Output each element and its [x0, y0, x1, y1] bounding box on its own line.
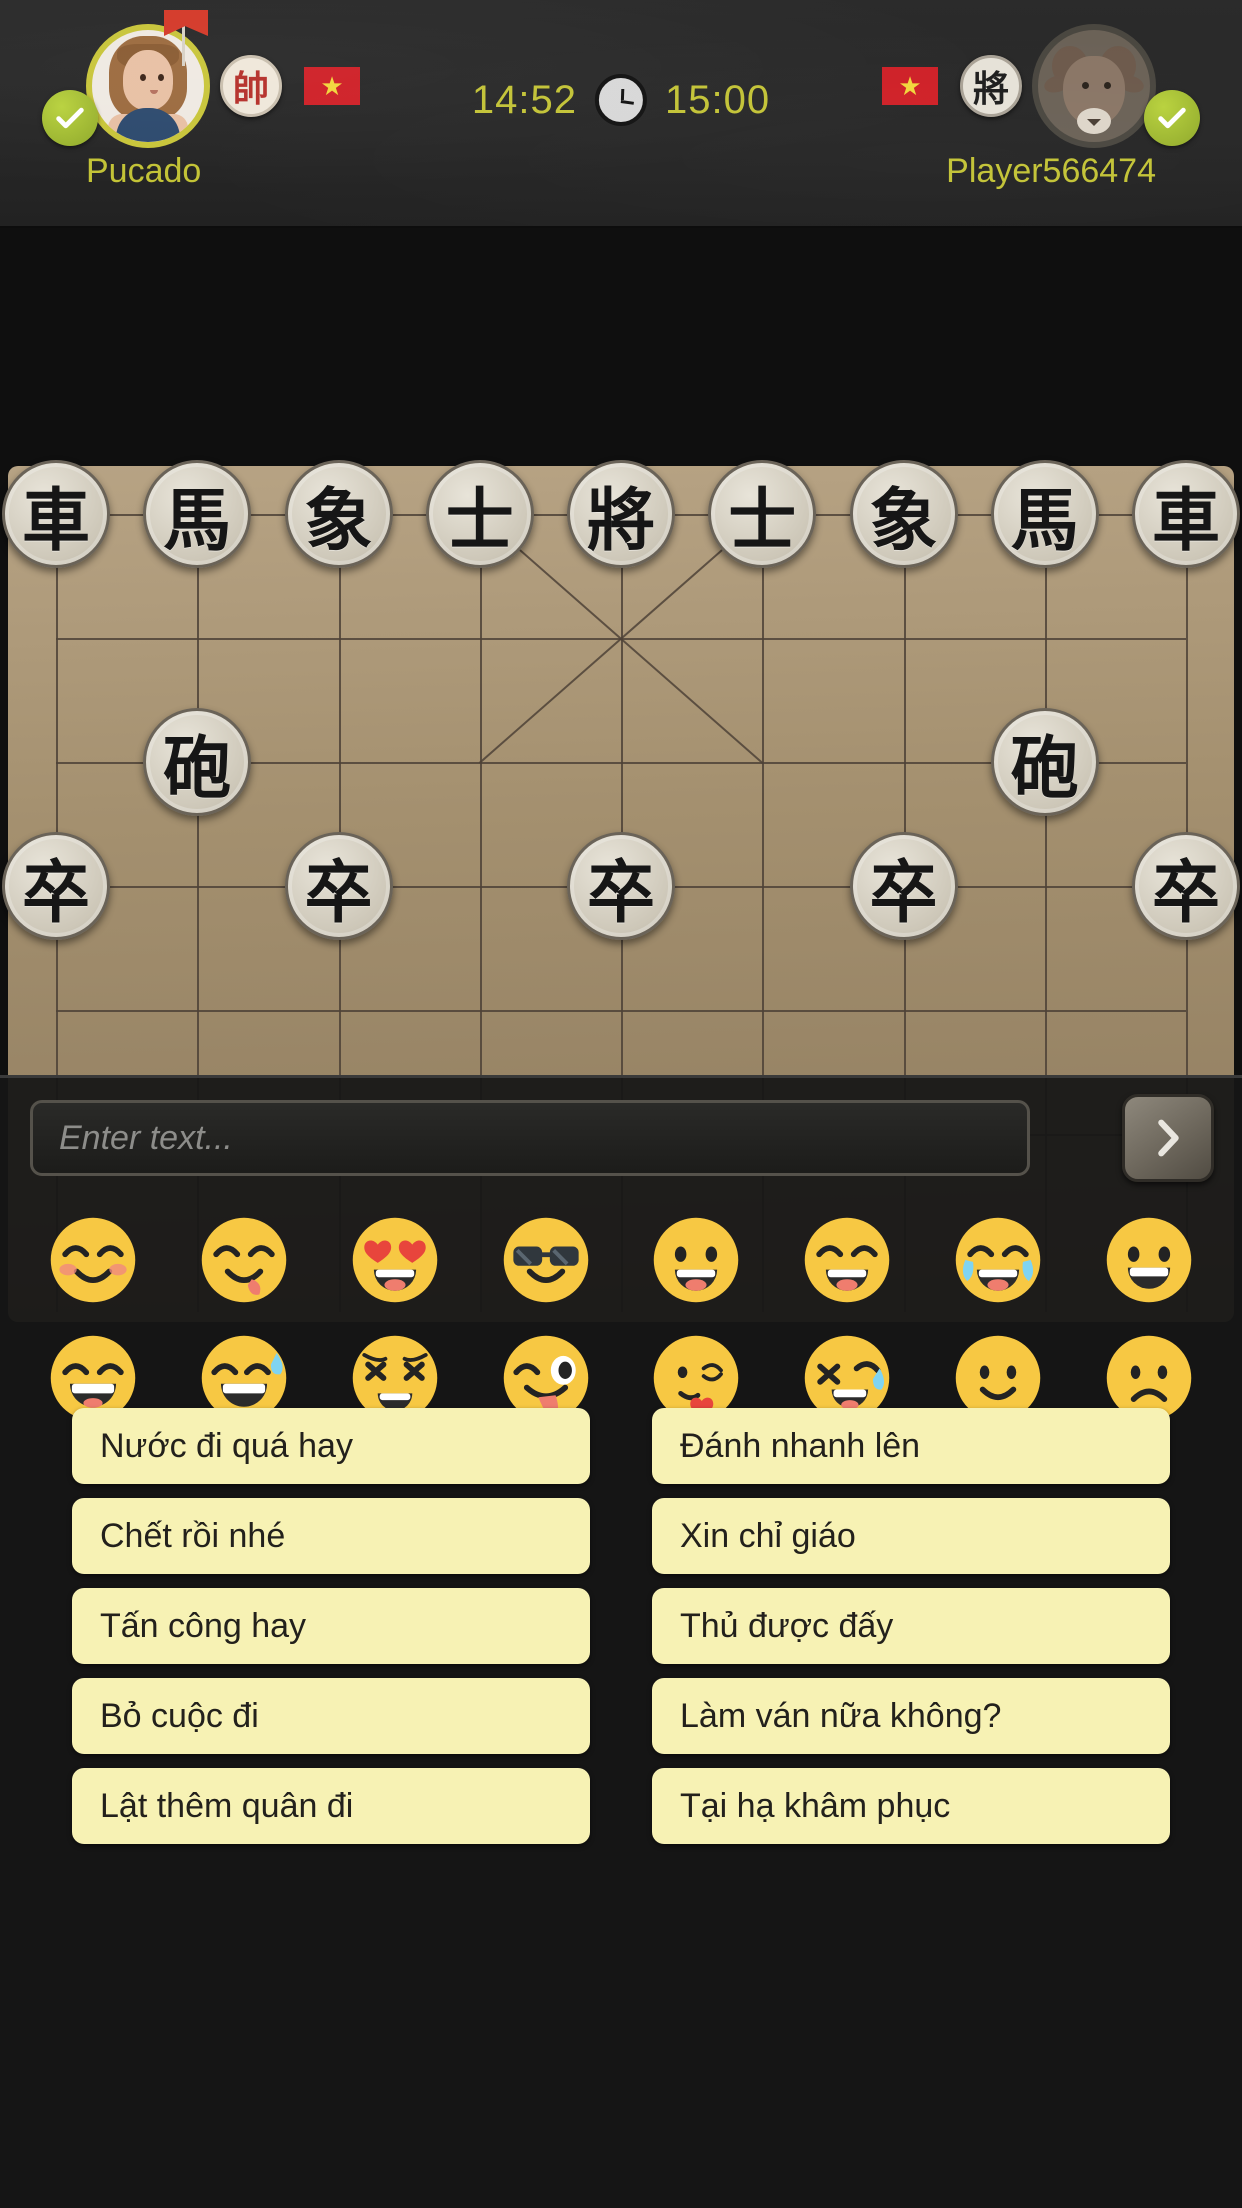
- smiling-face-with-blush-emoji[interactable]: [45, 1212, 141, 1308]
- send-button[interactable]: [1122, 1094, 1214, 1182]
- player-left-avatar-wrap[interactable]: [42, 10, 210, 148]
- quick-message-button[interactable]: Làm ván nữa không?: [652, 1678, 1170, 1754]
- quick-message-button[interactable]: Bỏ cuộc đi: [72, 1678, 590, 1754]
- board-piece-advisor[interactable]: 士: [425, 460, 534, 568]
- board-piece-horse[interactable]: 馬: [990, 460, 1099, 568]
- quick-message-button[interactable]: Tại hạ khâm phục: [652, 1768, 1170, 1844]
- player-right-name: Player566474: [946, 152, 1156, 190]
- smiling-face-with-heart-eyes-emoji[interactable]: [347, 1212, 443, 1308]
- ram-avatar[interactable]: [1032, 24, 1156, 148]
- board-piece-chariot[interactable]: 車: [2, 460, 110, 568]
- board-piece-soldier[interactable]: 卒: [284, 832, 393, 940]
- face-savoring-food-emoji[interactable]: [196, 1212, 292, 1308]
- quick-message-button[interactable]: Xin chỉ giáo: [652, 1498, 1170, 1574]
- chevron-right-icon: [1158, 1119, 1179, 1157]
- board-piece-soldier[interactable]: 卒: [1132, 832, 1240, 940]
- player-left-panel[interactable]: 帥 ★: [42, 10, 372, 148]
- board-piece-horse[interactable]: 馬: [143, 460, 252, 568]
- grinning-face-with-big-eyes-emoji[interactable]: [648, 1212, 744, 1308]
- quick-message-button[interactable]: Tấn công hay: [72, 1588, 590, 1664]
- vietnam-flag-icon: ★: [304, 67, 360, 105]
- board-piece-soldier[interactable]: 卒: [849, 832, 958, 940]
- quick-message-button[interactable]: Thủ được đấy: [652, 1588, 1170, 1664]
- chat-input-placeholder: Enter text...: [59, 1118, 233, 1157]
- player-left-name: Pucado: [86, 152, 202, 190]
- quick-message-button[interactable]: Chết rồi nhé: [72, 1498, 590, 1574]
- game-header: 帥 ★ Pucado 14:52 15:00 將 ★ Player566474: [0, 0, 1242, 228]
- quick-message-button[interactable]: Nước đi quá hay: [72, 1408, 590, 1484]
- quick-message-button[interactable]: Lật thêm quân đi: [72, 1768, 590, 1844]
- emoji-picker[interactable]: [0, 1198, 1242, 1426]
- quick-message-list[interactable]: Nước đi quá hay Đánh nhanh lên Chết rồi nh…: [0, 1408, 1242, 1844]
- player-left-piece: 帥: [220, 55, 282, 117]
- board-piece-elephant[interactable]: 象: [284, 460, 393, 568]
- game-clock: 14:52 15:00: [472, 74, 770, 126]
- face-with-tears-of-joy-emoji[interactable]: [950, 1212, 1046, 1308]
- board-piece-soldier[interactable]: 卒: [567, 832, 675, 940]
- board-piece-elephant[interactable]: 象: [849, 460, 958, 568]
- check-badge-icon: [42, 90, 98, 146]
- board-piece-cannon[interactable]: 砲: [143, 708, 252, 816]
- flag-star-icon: ★: [898, 71, 922, 101]
- board-piece-chariot[interactable]: 車: [1132, 460, 1240, 568]
- red-flag-pin-icon: [160, 8, 208, 68]
- board-piece-advisor[interactable]: 士: [708, 460, 817, 568]
- analog-clock-icon: [595, 74, 647, 126]
- player-right-avatar-wrap[interactable]: [1032, 24, 1200, 148]
- smiling-face-with-sunglasses-emoji[interactable]: [498, 1212, 594, 1308]
- vietnam-flag-icon: ★: [882, 67, 938, 105]
- player-right-panel[interactable]: 將 ★: [870, 24, 1200, 148]
- chat-panel: Enter text... Nước đi quá hay Đánh nhanh …: [0, 1075, 1242, 2208]
- quick-message-button[interactable]: Đánh nhanh lên: [652, 1408, 1170, 1484]
- chat-input[interactable]: Enter text...: [30, 1100, 1030, 1176]
- grinning-face-emoji[interactable]: [1101, 1212, 1197, 1308]
- chat-input-row: Enter text...: [0, 1078, 1242, 1198]
- board-piece-general[interactable]: 將: [567, 460, 675, 568]
- grinning-squinting-face-emoji[interactable]: [799, 1212, 895, 1308]
- check-badge-icon: [1144, 90, 1200, 146]
- flag-star-icon: ★: [320, 71, 344, 101]
- board-piece-cannon[interactable]: 砲: [990, 708, 1099, 816]
- board-piece-soldier[interactable]: 卒: [2, 832, 110, 940]
- clock-left-time: 14:52: [471, 77, 577, 122]
- clock-right-time: 15:00: [665, 77, 771, 122]
- player-right-piece: 將: [960, 55, 1022, 117]
